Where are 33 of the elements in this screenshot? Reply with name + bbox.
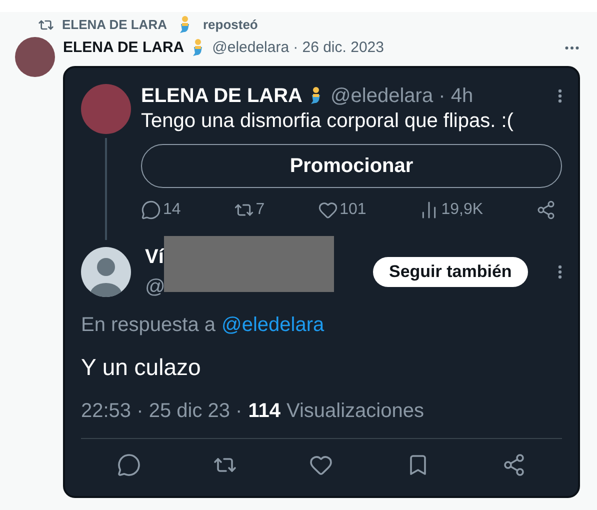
author-name: Ví (145, 244, 164, 270)
stat-count: 7 (256, 200, 265, 220)
heart-icon[interactable] (309, 453, 334, 477)
share-icon[interactable] (502, 453, 526, 477)
promote-button[interactable]: Promocionar (141, 144, 562, 188)
post-date[interactable]: · 26 dic. 2023 (293, 37, 384, 60)
author-name: ELENA DE LARA (141, 84, 302, 108)
author-handle: @eledelara · 4h (330, 84, 474, 108)
post-text: Tengo una dismorfia corporal que flipas. :( (141, 108, 514, 134)
repost-name[interactable]: ELENA DE LARA (62, 15, 167, 35)
author-handle[interactable]: @eledelara (212, 37, 290, 60)
reply-text: Y un culazo (81, 352, 202, 382)
repost-label: reposteó (202, 16, 258, 34)
stat-count: 19,9K (441, 200, 484, 220)
stat-count: 14 (163, 200, 181, 220)
default-avatar-icon (81, 246, 131, 296)
follow-button[interactable]: Seguir también (373, 256, 528, 286)
stat-count: 101 (340, 200, 366, 220)
timestamp: 22:53 · 25 dic 23 · (81, 399, 242, 424)
more-icon (558, 88, 562, 102)
heart-icon[interactable] (318, 200, 338, 220)
more-icon (558, 264, 562, 278)
speech-bubble-icon[interactable] (117, 453, 142, 477)
share-icon[interactable] (536, 200, 556, 220)
speech-bubble-icon[interactable] (141, 200, 161, 220)
mention-link[interactable]: @eledelara (222, 310, 324, 340)
author-handle: @ (145, 274, 166, 300)
avatar-photo-placeholder[interactable] (15, 37, 55, 77)
views-count: 114 (248, 399, 280, 424)
author-name[interactable]: ELENA DE LARA (63, 37, 184, 60)
views-label: Visualizaciones (286, 399, 424, 424)
reply-context: En respuesta a (81, 312, 216, 338)
avatar-photo-placeholder (81, 84, 131, 134)
